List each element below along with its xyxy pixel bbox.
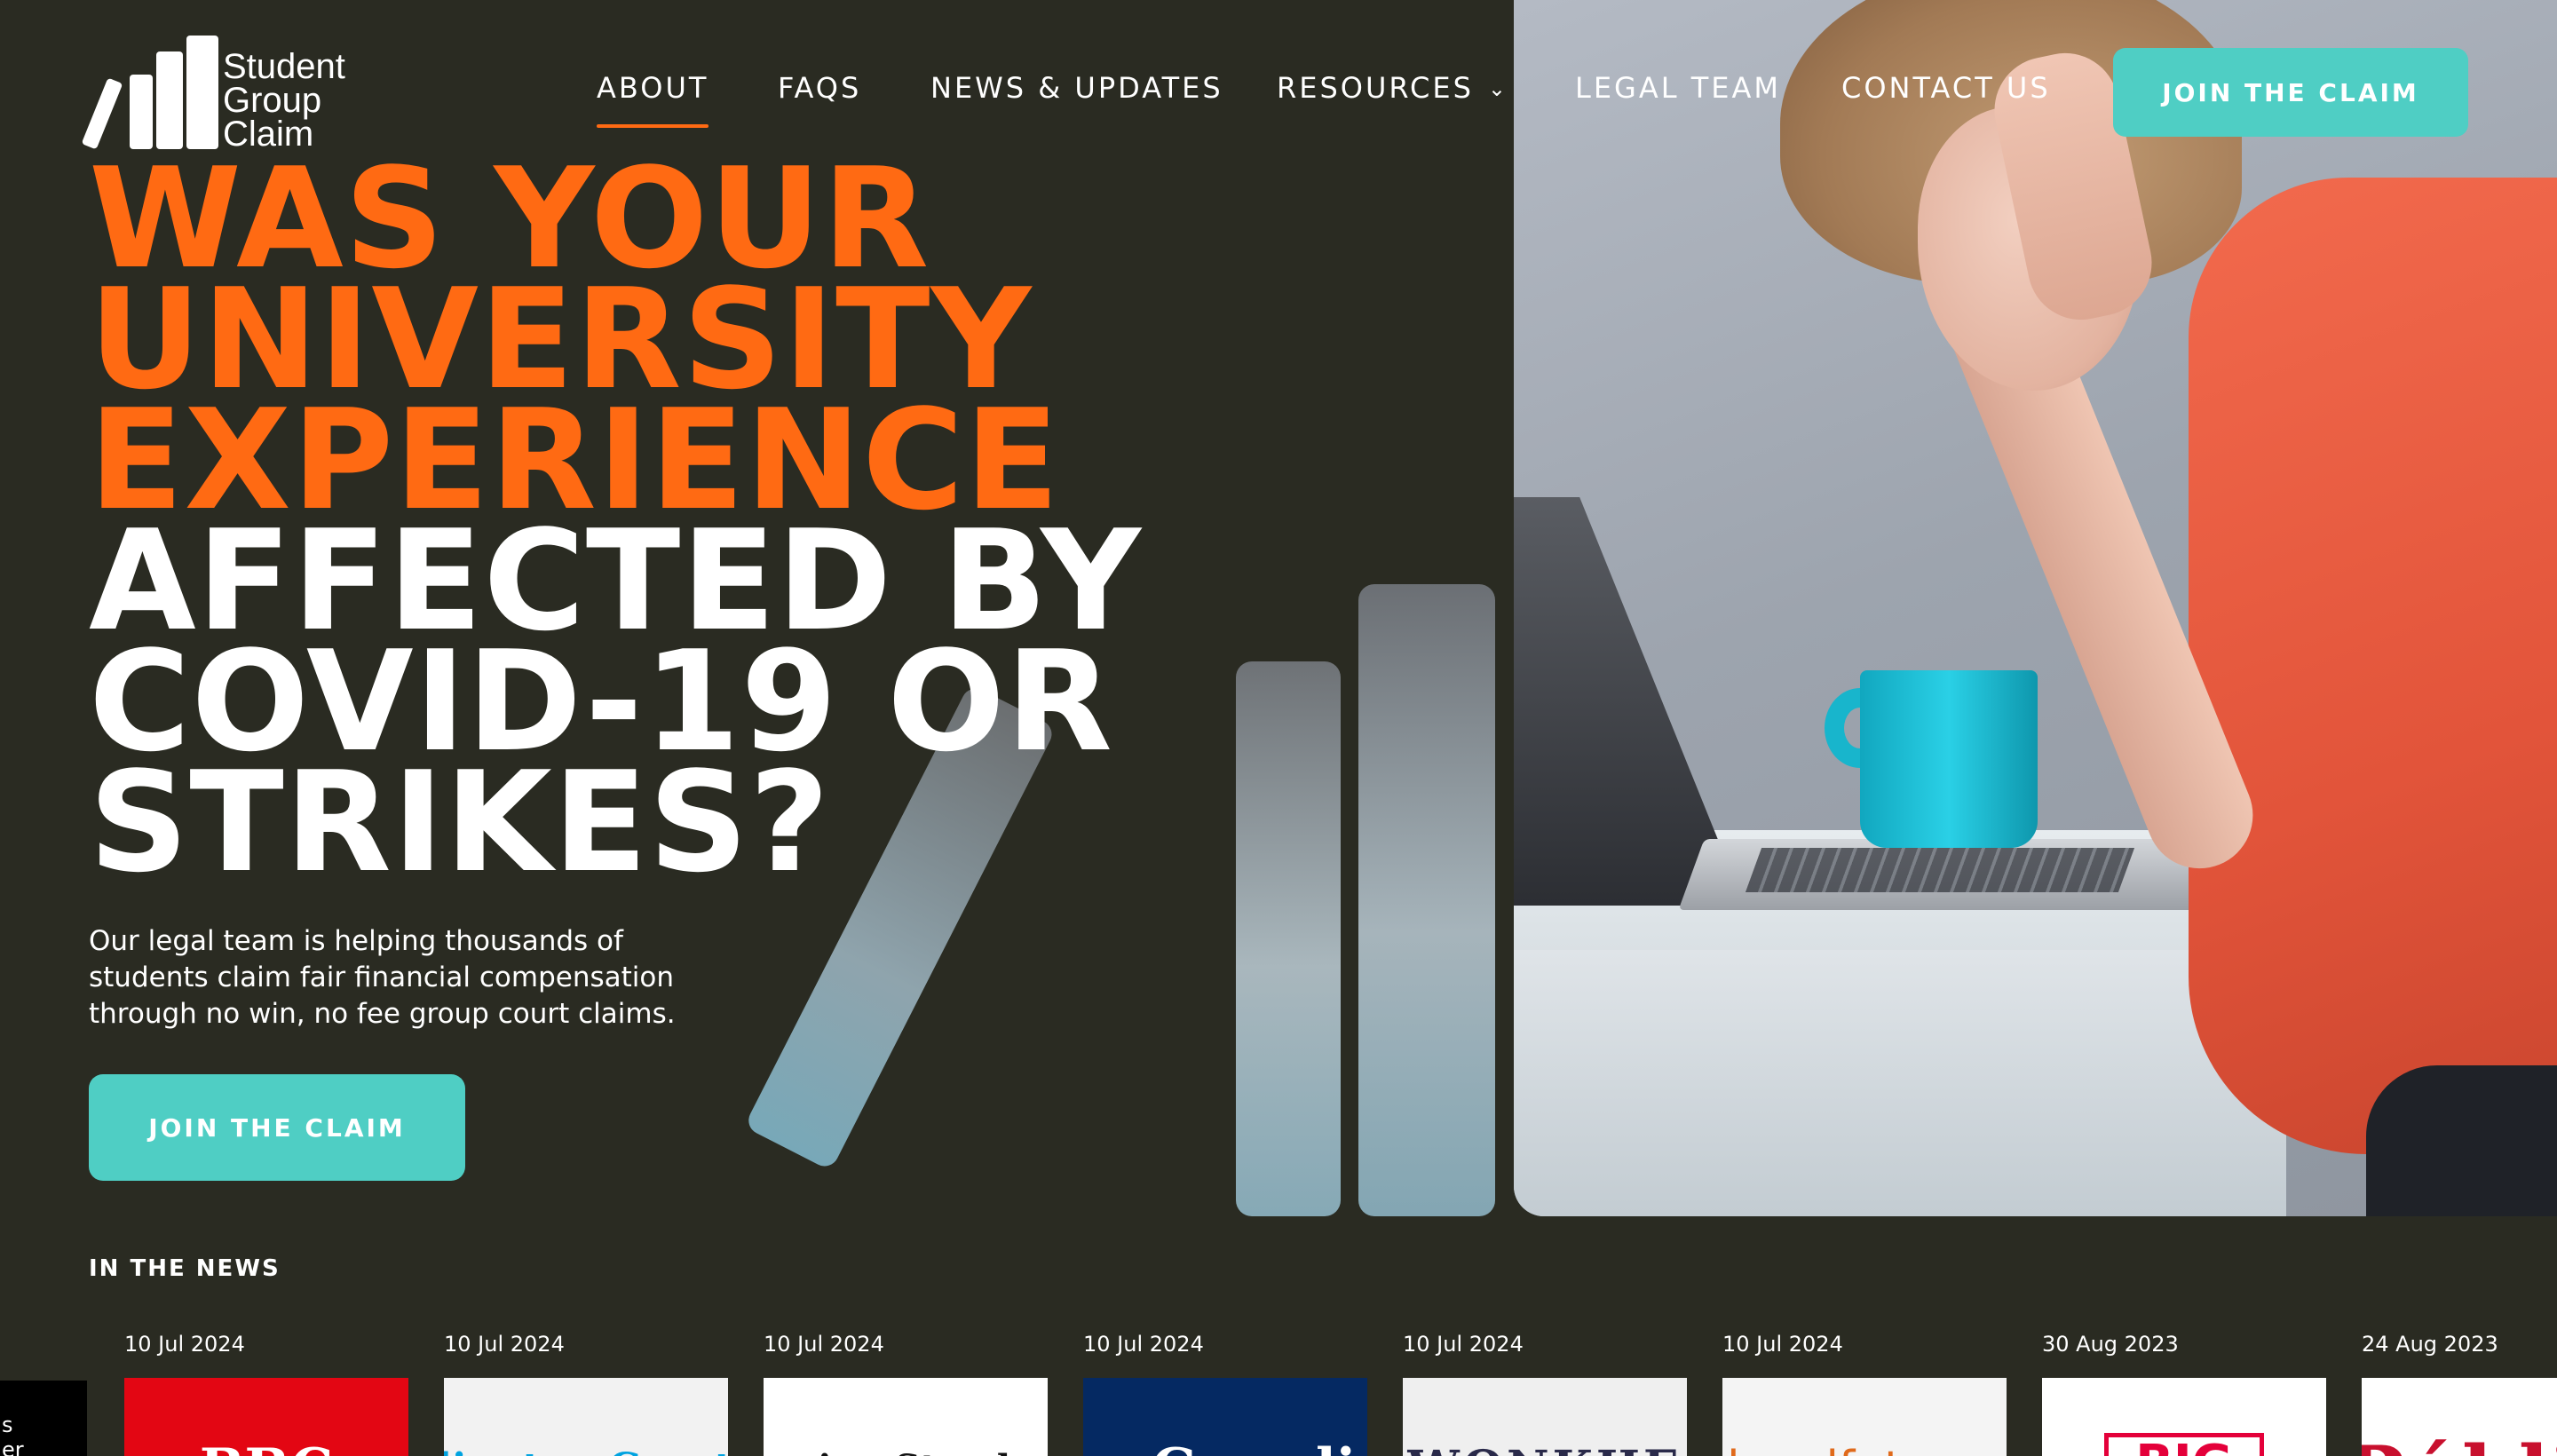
news-date: 10 Jul 2024 (444, 1332, 565, 1357)
news-item[interactable]: 24 Aug 2023 Público (2362, 1332, 2557, 1456)
news-date: 10 Jul 2024 (764, 1332, 884, 1357)
site-logo[interactable]: Student Group Claim (81, 36, 389, 152)
wonkhe-logo-icon: WONKHE (1407, 1442, 1682, 1456)
photo-mug (1860, 670, 2038, 848)
nav-item-resources[interactable]: RESOURCES ⌄ (1277, 71, 1508, 105)
bbc-logo-icon: BBC (200, 1442, 333, 1456)
news-item[interactable]: 10 Jul 2024 BBC (124, 1332, 408, 1456)
hero-subtext: Our legal team is helping thousands of s… (89, 925, 676, 1030)
news-card[interactable]: legalfutures (1722, 1378, 2007, 1456)
hero-headline: WAS YOUR UNIVERSITY EXPERIENCE AFFECTED … (89, 149, 1243, 891)
news-date: 10 Jul 2024 (1403, 1332, 1524, 1357)
news-card[interactable]: BBC (124, 1378, 408, 1456)
news-date: 10 Jul 2024 (124, 1332, 245, 1357)
news-heading: IN THE NEWS (89, 1255, 281, 1282)
news-date: 10 Jul 2024 (1722, 1332, 1843, 1357)
hero-photo (1514, 0, 2557, 1216)
islington-gazette-logo-icon: Islington Gazette (444, 1442, 728, 1456)
photo-jeans (2366, 1065, 2557, 1216)
news-date: 30 Aug 2023 (2042, 1332, 2179, 1357)
hero-join-claim-button[interactable]: JOIN THE CLAIM (89, 1074, 465, 1181)
logo-wordmark: Student Group Claim (223, 47, 345, 152)
nav-item-legal-team[interactable]: LEGAL TEAM (1575, 71, 1781, 105)
news-card[interactable]: Público (2362, 1378, 2557, 1456)
logo-line-2: Group (223, 81, 322, 120)
news-item[interactable]: 10 Jul 2024 Islington Gazette (444, 1332, 728, 1456)
news-item[interactable]: 10 Jul 2024 WONKHE (1403, 1332, 1687, 1456)
big-issue-logo-icon: BIG (2104, 1433, 2264, 1456)
header-join-claim-button[interactable]: JOIN THE CLAIM (2113, 48, 2468, 137)
nav-item-contact-us[interactable]: CONTACT US (1841, 71, 2051, 105)
news-card[interactable]: Evening Standard. (764, 1378, 1048, 1456)
decorative-bar-medium (1236, 661, 1341, 1216)
news-item[interactable]: 10 Jul 2024 legalfutures (1722, 1332, 2007, 1456)
news-strip: 10 Jul 2024 BBC 10 Jul 2024 Islington Ga… (0, 1332, 2557, 1456)
news-item[interactable]: 10 Jul 2024 The Guardian (1083, 1332, 1367, 1456)
photo-desk-front (1514, 950, 2286, 1216)
chevron-down-icon: ⌄ (1487, 76, 1508, 101)
news-card[interactable]: Islington Gazette (444, 1378, 728, 1456)
decorative-bar-tall (1358, 584, 1495, 1216)
legalfutures-logo-icon: legalfutures (1727, 1442, 2002, 1456)
nav-item-about[interactable]: ABOUT (597, 71, 709, 128)
publico-logo-icon: Público (2362, 1436, 2557, 1456)
news-card[interactable]: BIG (2042, 1378, 2326, 1456)
photo-laptop-keyboard (1745, 848, 2135, 892)
logo-bars-icon (81, 36, 218, 151)
nav-item-faqs[interactable]: FAQS (778, 71, 861, 105)
guardian-logo-icon: The Guardian (1083, 1442, 1367, 1456)
news-date: 10 Jul 2024 (1083, 1332, 1204, 1357)
news-item[interactable]: 10 Jul 2024 Evening Standard. (764, 1332, 1048, 1456)
nav-item-news-updates[interactable]: NEWS & UPDATES (930, 71, 1223, 105)
nav-item-resources-label: RESOURCES (1277, 71, 1474, 105)
news-date: 24 Aug 2023 (2362, 1332, 2498, 1357)
news-item[interactable]: 30 Aug 2023 BIG (2042, 1332, 2326, 1456)
logo-line-1: Student (223, 47, 345, 86)
news-card[interactable]: WONKHE (1403, 1378, 1687, 1456)
news-card[interactable]: The Guardian (1083, 1378, 1367, 1456)
photo-shirt (2189, 178, 2557, 1154)
evening-standard-logo-icon: Evening Standard. (764, 1442, 1048, 1456)
